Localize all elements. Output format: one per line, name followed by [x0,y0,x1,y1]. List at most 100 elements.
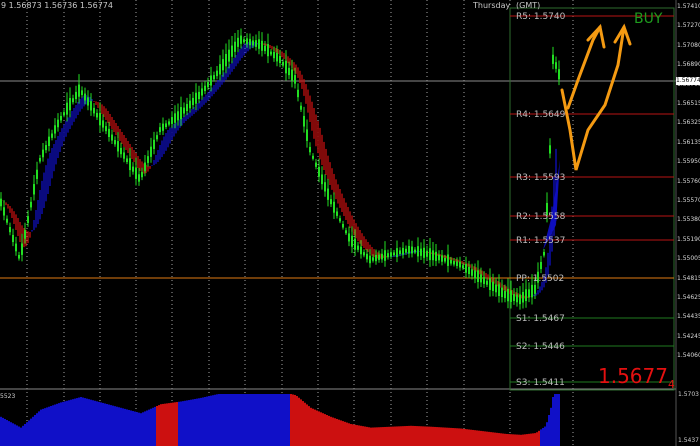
oscillator-bar [470,429,472,446]
oscillator-bar [154,406,156,446]
candle-body [138,174,140,182]
oscillator-bar [170,402,172,446]
candle-body [3,207,5,216]
oscillator-bar [424,426,426,446]
candle-body [141,172,143,178]
candle-body [348,233,350,242]
oscillator-bar [120,407,122,446]
oscillator-bar [354,424,356,446]
oscillator-bar [162,403,164,446]
oscillator-bar [374,427,376,446]
oscillator-bar [32,416,34,446]
oscillator-bar [404,426,406,446]
oscillator-bar [238,394,240,446]
candle-body [312,155,314,159]
candle-body [549,145,551,154]
oscillator-bar [84,398,86,446]
oscillator-bar [142,412,144,446]
candle-body [351,235,353,247]
candle-body [69,97,71,111]
oscillator-bar [112,405,114,446]
oscillator-bar [166,403,168,446]
candle-body [72,98,74,103]
candle-body [0,198,2,207]
pivot-label: S2: 1.5446 [516,342,565,352]
candle-body [462,265,464,269]
candle-body [441,255,443,262]
oscillator-bar [494,432,496,446]
day-label: Thursday [473,1,511,10]
candle-body [285,60,287,74]
price-axis-tick: 1.54815 [677,274,700,282]
candle-body [414,249,416,253]
candle-body [507,288,509,302]
oscillator-bar [236,394,238,446]
candle-body [408,245,410,254]
oscillator-bar [356,425,358,446]
candle-body [204,85,206,92]
candle-body [324,182,326,192]
oscillator-bar [172,402,174,446]
oscillator-bar [450,427,452,446]
oscillator-bar [208,396,210,446]
oscillator-bar [456,428,458,446]
candle-body [111,134,113,141]
oscillator-bar [68,400,70,446]
candle-body [555,62,557,69]
pivot-label: R1: 1.5537 [516,236,566,246]
oscillator-bar [118,407,120,446]
candle-body [48,136,50,147]
candle-body [417,246,419,257]
candle-body [357,245,359,250]
oscillator-bar [444,427,446,446]
candle-body [198,91,200,100]
price-chart[interactable] [0,0,700,446]
oscillator-bar [326,415,328,446]
candle-body [336,211,338,216]
candle-body [102,120,104,128]
oscillator-bar [512,434,514,446]
current-price-tag: 1.56774 [676,77,700,85]
candle-body [147,156,149,163]
candle-body [51,133,53,138]
candle-body [9,227,11,233]
candle-body [354,238,356,250]
arrow-path [566,25,602,110]
oscillator-bar [46,407,48,446]
candle-body [27,216,29,223]
oscillator-bar [390,426,392,446]
oscillator-bar [268,394,270,446]
candle-body [381,253,383,260]
candle-body [432,250,434,261]
oscillator-bar [200,397,202,446]
oscillator-bar [366,426,368,446]
oscillator-bar [262,394,264,446]
oscillator-bar [222,394,224,446]
oscillator-bar [44,408,46,446]
candle-body [180,107,182,120]
oscillator-bar [186,400,188,446]
candle-body [36,169,38,179]
oscillator-bar [440,427,442,446]
oscillator-bar [210,395,212,446]
ohlc-readout: 9 1.56873 1.56736 1.56774 [1,1,113,10]
timezone-label: (GMT) [516,1,541,10]
oscillator-bar [472,429,474,446]
oscillator-bar [248,394,250,446]
candle-body [543,251,545,256]
oscillator-bar [418,426,420,446]
price-axis-tick: 1.56325 [677,119,700,127]
candle-body [93,107,95,114]
candle-body [75,91,77,100]
oscillator-bar [312,408,314,446]
oscillator-bar [104,403,106,446]
candle-body [411,246,413,254]
oscillator-bar [266,394,268,446]
oscillator-bar [92,400,94,446]
oscillator-bar [432,426,434,446]
candle-body [207,82,209,88]
candle-body [477,270,479,283]
pivot-zone [509,7,675,391]
oscillator-bar [380,427,382,446]
candle-body [423,247,425,258]
